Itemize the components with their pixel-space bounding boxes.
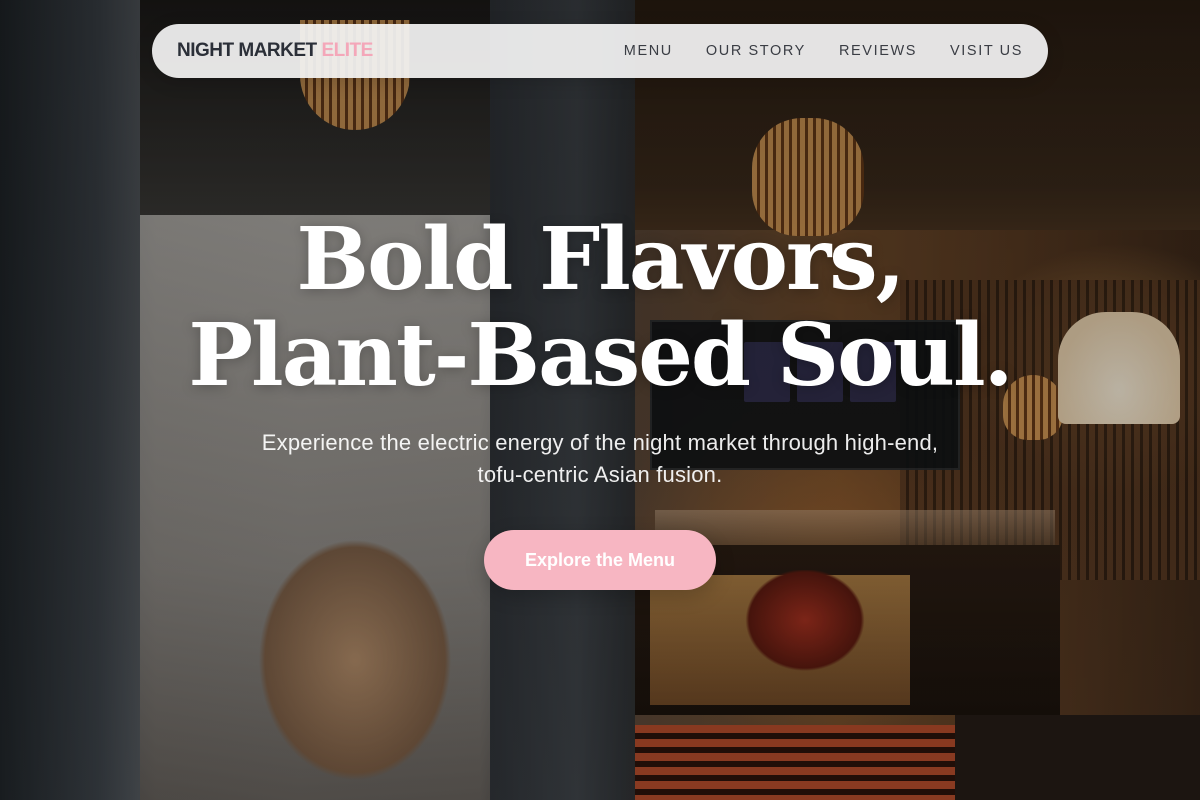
- nav-link-our-story[interactable]: OUR STORY: [706, 43, 806, 59]
- brand-logo[interactable]: NIGHT MARKET ELITE: [177, 40, 373, 62]
- brand-name: NIGHT MARKET: [177, 40, 317, 61]
- explore-menu-button[interactable]: Explore the Menu: [484, 530, 716, 590]
- hero-subtitle: Experience the electric energy of the ni…: [261, 430, 939, 487]
- nav-link-menu[interactable]: MENU: [624, 43, 673, 59]
- nav-links: MENU OUR STORY REVIEWS VISIT US: [624, 43, 1023, 59]
- headline-line-1: Bold Flavors,: [296, 209, 905, 310]
- hero-headline: Bold Flavors, Plant-Based Soul.: [0, 212, 1200, 404]
- nav-link-reviews[interactable]: REVIEWS: [839, 43, 917, 59]
- brand-accent: ELITE: [321, 40, 373, 61]
- top-navigation-bar: NIGHT MARKET ELITE MENU OUR STORY REVIEW…: [152, 24, 1048, 78]
- headline-line-2: Plant-Based Soul.: [188, 305, 1013, 406]
- nav-link-visit-us[interactable]: VISIT US: [950, 43, 1023, 59]
